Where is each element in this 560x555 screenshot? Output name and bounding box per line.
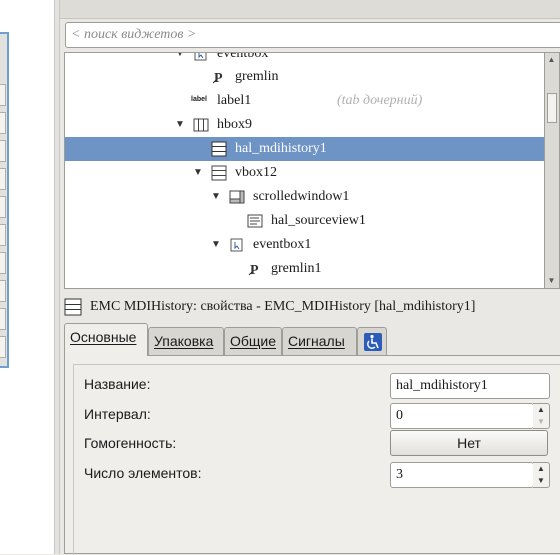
tree-row-label: hal_sourceview1	[271, 213, 366, 228]
tree-row-label: gremlin	[235, 69, 279, 84]
palette-button[interactable]	[0, 196, 6, 218]
palette-button[interactable]	[0, 336, 6, 358]
property-label: Гомогенность:	[84, 435, 177, 451]
tab-general[interactable]: Основные	[64, 323, 148, 356]
tree-row-label: gremlin1	[271, 261, 322, 276]
tree-row[interactable]: ▼ vbox12	[65, 161, 544, 185]
gremlin-icon: P	[248, 263, 259, 277]
palette-button[interactable]	[0, 168, 6, 190]
tree-row-label: eventbox	[217, 52, 269, 61]
tree-row[interactable]: ▼ eventbox	[65, 52, 544, 66]
tree-row-label: scrolledwindow1	[253, 189, 350, 204]
scrolledwindow-icon	[229, 190, 245, 204]
accessibility-icon	[364, 333, 382, 351]
spin-down-icon[interactable]: ▼	[533, 416, 549, 428]
tab-common[interactable]: Общие	[224, 327, 282, 355]
svg-text:P: P	[214, 71, 223, 85]
spin-up-icon[interactable]: ▲	[533, 463, 549, 475]
tree-row-label: hbox9	[217, 117, 252, 132]
tree-row[interactable]: ▼ scrolledwindow1	[65, 185, 544, 209]
tab-accessibility[interactable]	[357, 327, 387, 355]
property-row-count: Число элементов: 3 ▲ ▼	[74, 459, 560, 489]
properties-panel: Название: hal_mdihistory1 Интервал: 0 ▲ …	[64, 355, 560, 555]
homogeneous-toggle-button[interactable]: Нет	[390, 430, 548, 456]
tree-row[interactable]: P gremlin	[65, 65, 544, 89]
palette-button[interactable]	[0, 252, 6, 274]
widget-tree[interactable]: ▼ eventbox P gremlin label label1 (tab д…	[64, 52, 545, 289]
tree-row[interactable]: label label1 (tab дочерний)	[65, 89, 544, 113]
scroll-down-icon[interactable]: ▼	[545, 274, 558, 288]
palette-button[interactable]	[0, 84, 6, 106]
name-field[interactable]: hal_mdihistory1	[390, 373, 550, 399]
expander-open-icon[interactable]: ▼	[173, 53, 187, 66]
properties-title: EMC MDIHistory: свойства - EMC_MDIHistor…	[90, 299, 476, 314]
interval-spin-buttons[interactable]: ▲ ▼	[533, 403, 550, 429]
expander-open-icon[interactable]: ▼	[209, 233, 223, 257]
palette-group-panel	[0, 32, 9, 368]
property-label: Название:	[84, 376, 151, 392]
tree-row-label: hal_mdihistory1	[235, 141, 327, 156]
tree-row[interactable]: ▼ hbox9	[65, 113, 544, 137]
expander-open-icon[interactable]: ▼	[209, 185, 223, 209]
property-row-homogeneous: Гомогенность: Нет	[74, 429, 560, 459]
property-label: Число элементов:	[84, 465, 202, 481]
scroll-up-icon[interactable]: ▲	[545, 53, 558, 67]
vbox-icon	[211, 165, 227, 181]
tab-packing[interactable]: Упаковка	[148, 327, 224, 355]
eventbox-icon	[230, 238, 243, 252]
property-label: Интервал:	[84, 406, 151, 422]
toolbar-strip	[60, 0, 560, 19]
mdihistory-icon	[211, 141, 227, 157]
properties-table: Название: hal_mdihistory1 Интервал: 0 ▲ …	[73, 364, 560, 555]
property-row-interval: Интервал: 0 ▲ ▼	[74, 400, 560, 430]
spin-down-icon[interactable]: ▼	[533, 475, 549, 487]
mdihistory-icon	[64, 298, 82, 316]
palette-button[interactable]	[0, 308, 6, 330]
eventbox-icon	[194, 53, 207, 61]
spin-up-icon[interactable]: ▲	[533, 404, 549, 416]
sourceview-icon	[247, 214, 263, 228]
tree-row[interactable]: ▼ eventbox1	[65, 233, 544, 257]
label-icon: label	[191, 96, 207, 103]
hbox-icon	[193, 118, 209, 132]
tree-row-label: label1	[217, 93, 252, 108]
expander-open-icon[interactable]: ▼	[191, 161, 205, 185]
tree-row-label: eventbox1	[253, 237, 312, 252]
expander-open-icon[interactable]: ▼	[173, 113, 187, 137]
property-row-name: Название: hal_mdihistory1	[74, 370, 560, 400]
count-spin-buttons[interactable]: ▲ ▼	[533, 462, 550, 488]
widget-palette	[0, 0, 54, 554]
tree-row[interactable]: hal_sourceview1	[65, 209, 544, 233]
widget-search-input[interactable]: < поиск виджетов >	[65, 22, 560, 48]
scrollbar-thumb[interactable]	[547, 93, 557, 123]
gremlin-icon: P	[212, 71, 223, 85]
tree-row-hint: (tab дочерний)	[337, 93, 423, 108]
tab-signals[interactable]: Сигналы	[282, 327, 357, 355]
palette-button[interactable]	[0, 280, 6, 302]
tree-row-selected[interactable]: hal_mdihistory1	[65, 137, 544, 161]
tree-scrollbar[interactable]: ▲ ▼	[545, 52, 560, 289]
tree-row-label: vbox12	[235, 165, 277, 180]
palette-button[interactable]	[0, 224, 6, 246]
palette-button[interactable]	[0, 112, 6, 134]
interval-spinbutton[interactable]: 0	[390, 403, 534, 429]
svg-text:P: P	[250, 263, 259, 277]
pane-splitter[interactable]	[54, 0, 60, 554]
tree-row[interactable]: P gremlin1	[65, 257, 544, 281]
count-spinbutton[interactable]: 3	[390, 462, 534, 488]
palette-button[interactable]	[0, 140, 6, 162]
